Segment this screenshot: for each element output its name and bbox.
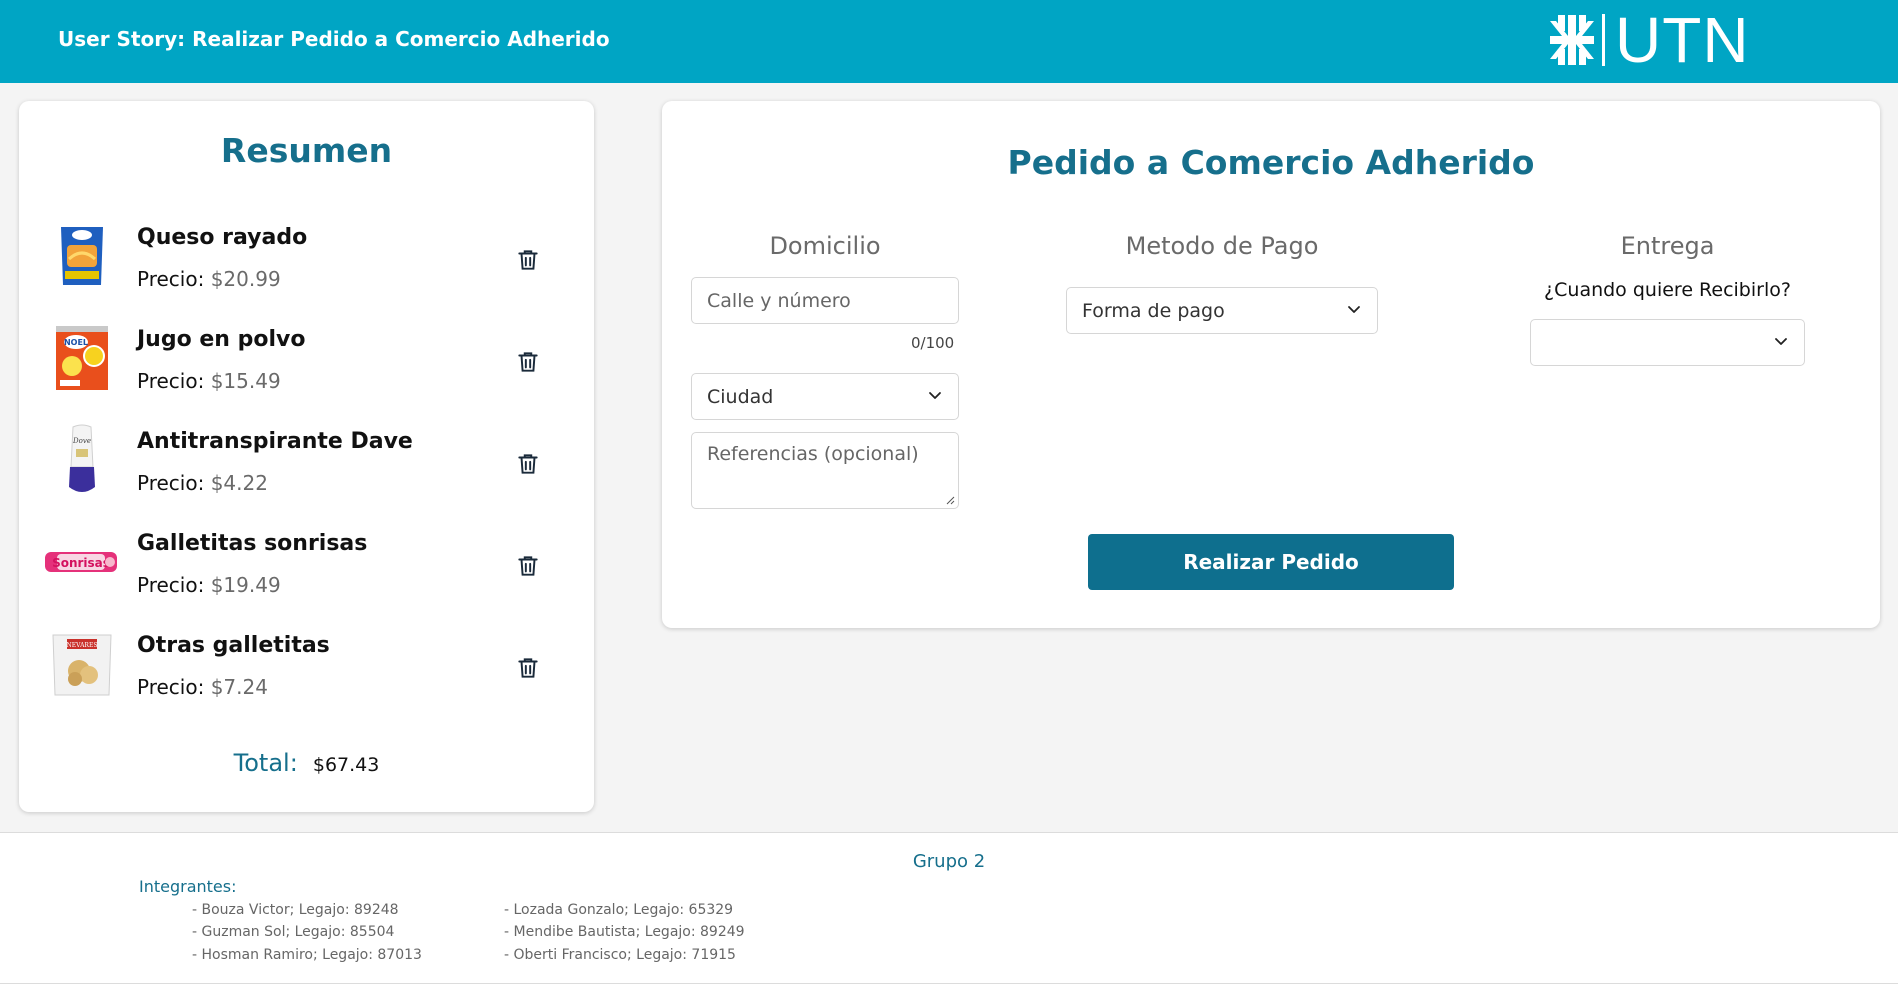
- member-item: - Hosman Ramiro; Legajo: 87013: [192, 947, 422, 963]
- total-value: $67.43: [312, 754, 380, 776]
- item-price: Precio: $19.49: [137, 573, 281, 597]
- item-price: Precio: $4.22: [137, 471, 268, 495]
- trash-icon[interactable]: [515, 247, 541, 273]
- total-label: Total:: [233, 749, 298, 777]
- utn-emblem-icon: [1550, 15, 1594, 65]
- trash-icon[interactable]: [515, 655, 541, 681]
- item-name: Queso rayado: [137, 225, 308, 250]
- summary-card: Resumen Queso rayado Precio: $20.99 NOEL: [19, 101, 594, 812]
- logo-divider: [1602, 14, 1605, 66]
- cart-item: Sonrisas Galletitas sonrisas Precio: $19…: [19, 521, 594, 623]
- svg-text:Dove: Dove: [72, 437, 91, 445]
- cart-item: NOEL Jugo en polvo Precio: $15.49: [19, 317, 594, 419]
- price-value: $4.22: [210, 471, 268, 495]
- member-item: - Lozada Gonzalo; Legajo: 65329: [504, 902, 734, 918]
- trash-icon[interactable]: [515, 349, 541, 375]
- app-header: User Story: Realizar Pedido a Comercio A…: [0, 0, 1898, 83]
- price-label: Precio:: [137, 675, 205, 699]
- price-value: $20.99: [210, 267, 281, 291]
- delivery-time-select[interactable]: [1530, 319, 1805, 366]
- utn-logo: UTN: [1550, 4, 1750, 76]
- item-name: Antitranspirante Dave: [137, 429, 413, 454]
- chevron-down-icon: [1775, 337, 1787, 345]
- cheese-bag-image: [47, 221, 117, 291]
- price-label: Precio:: [137, 573, 205, 597]
- price-value: $7.24: [210, 675, 268, 699]
- svg-text:NOEL: NOEL: [64, 338, 88, 347]
- cart-item: Dove Antitranspirante Dave Precio: $4.22: [19, 419, 594, 521]
- item-price: Precio: $7.24: [137, 675, 268, 699]
- item-price: Precio: $15.49: [137, 369, 281, 393]
- cart-item: NEVARES Otras galletitas Precio: $7.24: [19, 623, 594, 725]
- domicilio-title: Domicilio: [769, 232, 881, 260]
- page-footer: Grupo 2 Integrantes: - Bouza Victor; Leg…: [0, 832, 1898, 985]
- city-select-value: Ciudad: [707, 385, 774, 408]
- page-title: User Story: Realizar Pedido a Comercio A…: [58, 27, 610, 51]
- delivery-title: Entrega: [1620, 232, 1715, 260]
- price-label: Precio:: [137, 267, 205, 291]
- order-title: Pedido a Comercio Adherido: [1007, 143, 1535, 182]
- svg-text:NEVARES: NEVARES: [67, 642, 98, 649]
- item-price: Precio: $20.99: [137, 267, 281, 291]
- footer-divider: [0, 983, 1898, 984]
- group-name: Grupo 2: [912, 851, 986, 872]
- references-textarea[interactable]: Referencias (opcional): [691, 432, 959, 509]
- item-name: Otras galletitas: [137, 633, 330, 658]
- street-input[interactable]: Calle y número: [691, 277, 959, 324]
- resize-handle-icon[interactable]: [945, 495, 955, 505]
- item-name: Jugo en polvo: [137, 327, 306, 352]
- order-total: Total: $67.43: [19, 749, 594, 777]
- deodorant-image: Dove: [47, 424, 117, 495]
- payment-title: Metodo de Pago: [1125, 232, 1319, 260]
- cart-item: Queso rayado Precio: $20.99: [19, 215, 594, 317]
- svg-text:Sonrisas: Sonrisas: [52, 556, 110, 570]
- member-item: - Guzman Sol; Legajo: 85504: [192, 924, 395, 940]
- chevron-down-icon: [929, 391, 941, 399]
- cookie-bag-image: NEVARES: [47, 629, 117, 699]
- price-label: Precio:: [137, 471, 205, 495]
- trash-icon[interactable]: [515, 451, 541, 477]
- price-value: $15.49: [210, 369, 281, 393]
- price-value: $19.49: [210, 573, 281, 597]
- street-char-counter: 0/100: [911, 334, 955, 352]
- member-item: - Mendibe Bautista; Legajo: 89249: [504, 924, 745, 940]
- city-select[interactable]: Ciudad: [691, 373, 959, 420]
- member-item: - Oberti Francisco; Legajo: 71915: [504, 947, 736, 963]
- submit-order-button[interactable]: Realizar Pedido: [1088, 534, 1454, 590]
- members-label: Integrantes:: [139, 877, 237, 896]
- member-item: - Bouza Victor; Legajo: 89248: [192, 902, 399, 918]
- payment-select-value: Forma de pago: [1082, 299, 1225, 322]
- logo-text: UTN: [1615, 4, 1750, 76]
- sonrisas-cookies-image: Sonrisas: [41, 527, 121, 597]
- item-name: Galletitas sonrisas: [137, 531, 368, 556]
- chevron-down-icon: [1348, 305, 1360, 313]
- payment-method-select[interactable]: Forma de pago: [1066, 287, 1378, 334]
- order-card: Pedido a Comercio Adherido Domicilio Cal…: [662, 101, 1880, 628]
- price-label: Precio:: [137, 369, 205, 393]
- summary-title: Resumen: [220, 131, 393, 170]
- references-placeholder: Referencias (opcional): [707, 443, 919, 465]
- delivery-question: ¿Cuando quiere Recibirlo?: [1544, 279, 1791, 301]
- trash-icon[interactable]: [515, 553, 541, 579]
- juice-packet-image: NOEL: [47, 323, 117, 393]
